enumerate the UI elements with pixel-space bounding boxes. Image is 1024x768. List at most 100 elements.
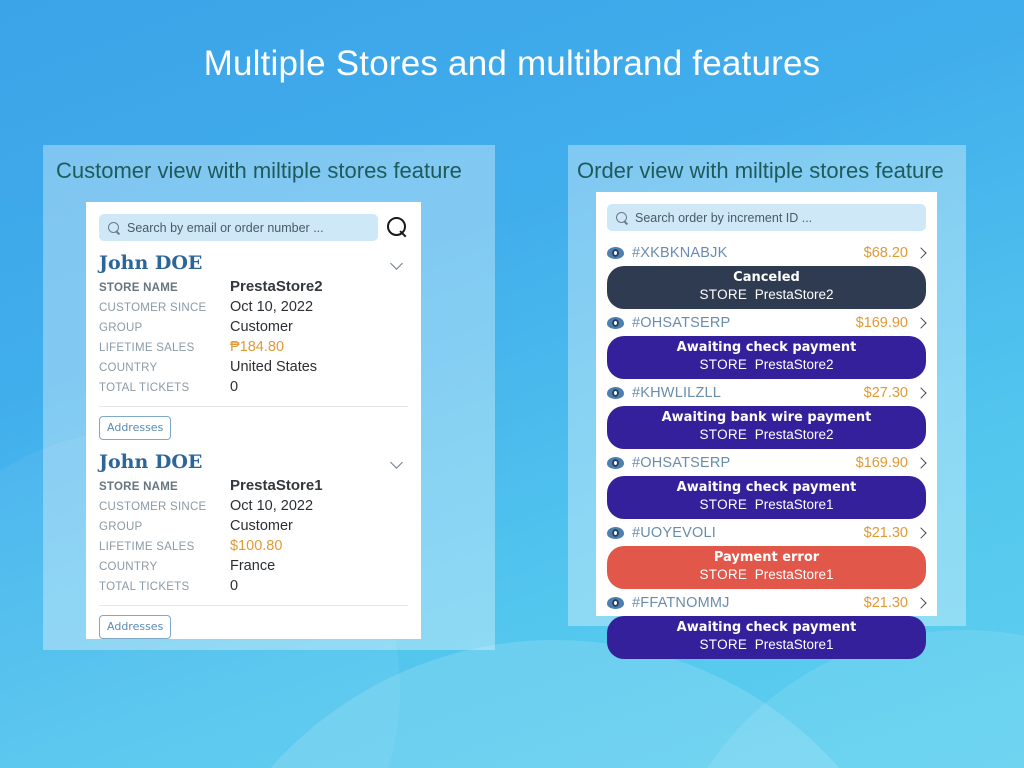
customer-block: John DOESTORE NAMEPrestaStore1CUSTOMER S… <box>99 451 408 639</box>
field-label: LIFETIME SALES <box>99 342 230 354</box>
customer-card: Search by email or order number ... John… <box>86 202 421 639</box>
search-icon <box>108 222 120 234</box>
order-row[interactable]: #OHSATSERP $169.90 <box>607 451 926 475</box>
field-customer-since: CUSTOMER SINCEOct 10, 2022 <box>99 299 408 315</box>
field-value: PrestaStore1 <box>230 477 323 494</box>
field-value: France <box>230 558 275 574</box>
order-row[interactable]: #OHSATSERP $169.90 <box>607 311 926 335</box>
customer-search-input[interactable]: Search by email or order number ... <box>99 214 378 241</box>
field-store_name: STORE NAMEPrestaStore2 <box>99 278 408 295</box>
customer-list: John DOE STORE NAMEPrestaStore2 CUSTOMER S… <box>99 252 408 639</box>
order-price: $169.90 <box>856 315 908 331</box>
eye-icon[interactable] <box>607 457 624 469</box>
order-id: #XKBKNABJK <box>632 245 728 261</box>
field-customer-since: CUSTOMER SINCEOct 10, 2022 <box>99 498 408 514</box>
status-badge: CanceledSTORE PrestaStore2 <box>607 266 926 309</box>
store-label: STORE PrestaStore1 <box>613 566 920 583</box>
field-country: COUNTRYFrance <box>99 558 408 574</box>
customer-header[interactable]: John DOE <box>99 451 408 473</box>
order-id: #KHWLILZLL <box>632 385 721 401</box>
field-value: ₱184.80 <box>230 339 284 355</box>
customer-header[interactable]: John DOE <box>99 252 408 274</box>
field-value: 0 <box>230 578 238 594</box>
order-item[interactable]: #FFATNOMMJ$21.30 Awaiting check paymentST… <box>607 591 926 659</box>
order-price: $27.30 <box>864 385 908 401</box>
store-label: STORE PrestaStore2 <box>613 356 920 373</box>
field-label: LIFETIME SALES <box>99 541 230 553</box>
status-label: Payment error <box>613 550 920 566</box>
status-badge: Awaiting bank wire paymentSTORE PrestaSt… <box>607 406 926 449</box>
order-id: #OHSATSERP <box>632 455 730 471</box>
addresses-button[interactable]: Addresses <box>99 416 171 440</box>
chevron-right-icon[interactable] <box>916 526 926 540</box>
order-search-placeholder: Search order by increment ID ... <box>635 211 812 225</box>
order-item[interactable]: #XKBKNABJK $68.20 CanceledSTORE PrestaStor… <box>607 241 926 309</box>
order-price: $68.20 <box>864 245 908 261</box>
order-item[interactable]: #OHSATSERP $169.90 Awaiting check paymentS… <box>607 311 926 379</box>
field-lifetime-sales: LIFETIME SALES$100.80 <box>99 538 408 554</box>
eye-icon[interactable] <box>607 527 624 539</box>
search-icon <box>616 212 628 224</box>
background-circle-decoration <box>175 640 935 768</box>
field-label: TOTAL TICKETS <box>99 581 230 593</box>
order-row[interactable]: #FFATNOMMJ$21.30 <box>607 591 926 615</box>
field-label: GROUP <box>99 521 230 533</box>
field-label: TOTAL TICKETS <box>99 382 230 394</box>
field-store_name: STORE NAMEPrestaStore1 <box>99 477 408 494</box>
search-submit-icon[interactable] <box>387 217 408 238</box>
order-item[interactable]: #KHWLILZLL $27.30 Awaiting bank wire payme… <box>607 381 926 449</box>
field-value: Customer <box>230 319 293 335</box>
store-label: STORE PrestaStore2 <box>613 286 920 303</box>
order-row[interactable]: #UOYEVOLI $21.30 <box>607 521 926 545</box>
customer-search-row: Search by email or order number ... <box>99 214 408 241</box>
chevron-down-icon[interactable] <box>391 456 404 469</box>
field-label: COUNTRY <box>99 362 230 374</box>
order-card: Search order by increment ID ... #XKBKNA… <box>596 192 937 616</box>
field-label: STORE NAME <box>99 481 230 493</box>
addresses-button[interactable]: Addresses <box>99 615 171 639</box>
store-label: STORE PrestaStore2 <box>613 426 920 443</box>
status-badge: Payment errorSTORE PrestaStore1 <box>607 546 926 589</box>
chevron-right-icon[interactable] <box>916 246 926 260</box>
divider <box>99 605 408 606</box>
chevron-right-icon[interactable] <box>916 456 926 470</box>
chevron-right-icon[interactable] <box>916 596 926 610</box>
field-label: CUSTOMER SINCE <box>99 501 230 513</box>
field-lifetime-sales: LIFETIME SALES₱184.80 <box>99 339 408 355</box>
order-id: #UOYEVOLI <box>632 525 716 541</box>
store-label: STORE PrestaStore1 <box>613 496 920 513</box>
field-label: COUNTRY <box>99 561 230 573</box>
field-value: Oct 10, 2022 <box>230 299 313 315</box>
field-value: 0 <box>230 379 238 395</box>
eye-icon[interactable] <box>607 597 624 609</box>
order-item[interactable]: #UOYEVOLI $21.30 Payment errorSTORE Presta… <box>607 521 926 589</box>
eye-icon[interactable] <box>607 247 624 259</box>
customer-block: John DOE STORE NAMEPrestaStore2 CUSTOMER S… <box>99 252 408 440</box>
chevron-down-icon[interactable] <box>391 257 404 270</box>
customer-name: John DOE <box>99 451 202 473</box>
field-label: STORE NAME <box>99 282 230 294</box>
order-item[interactable]: #OHSATSERP $169.90 Awaiting check paymentS… <box>607 451 926 519</box>
order-row[interactable]: #XKBKNABJK $68.20 <box>607 241 926 265</box>
order-id: #FFATNOMMJ <box>632 595 730 611</box>
order-id: #OHSATSERP <box>632 315 730 331</box>
eye-icon[interactable] <box>607 387 624 399</box>
field-value: Customer <box>230 518 293 534</box>
order-search-input[interactable]: Search order by increment ID ... <box>607 204 926 231</box>
status-badge: Awaiting check paymentSTORE PrestaStore1 <box>607 476 926 519</box>
order-row[interactable]: #KHWLILZLL $27.30 <box>607 381 926 405</box>
store-label: STORE PrestaStore1 <box>613 636 920 653</box>
order-price: $21.30 <box>864 525 908 541</box>
status-badge: Awaiting check paymentSTORE PrestaStore2 <box>607 336 926 379</box>
eye-icon[interactable] <box>607 317 624 329</box>
order-panel-title: Order view with miltiple stores feature <box>568 145 966 184</box>
status-label: Awaiting check payment <box>613 620 920 636</box>
chevron-right-icon[interactable] <box>916 316 926 330</box>
field-value: $100.80 <box>230 538 282 554</box>
order-list: #XKBKNABJK$68.20CanceledSTORE PrestaStor… <box>607 241 926 659</box>
field-value: United States <box>230 359 317 375</box>
order-price: $169.90 <box>856 455 908 471</box>
status-label: Canceled <box>613 270 920 286</box>
chevron-right-icon[interactable] <box>916 386 926 400</box>
field-label: CUSTOMER SINCE <box>99 302 230 314</box>
